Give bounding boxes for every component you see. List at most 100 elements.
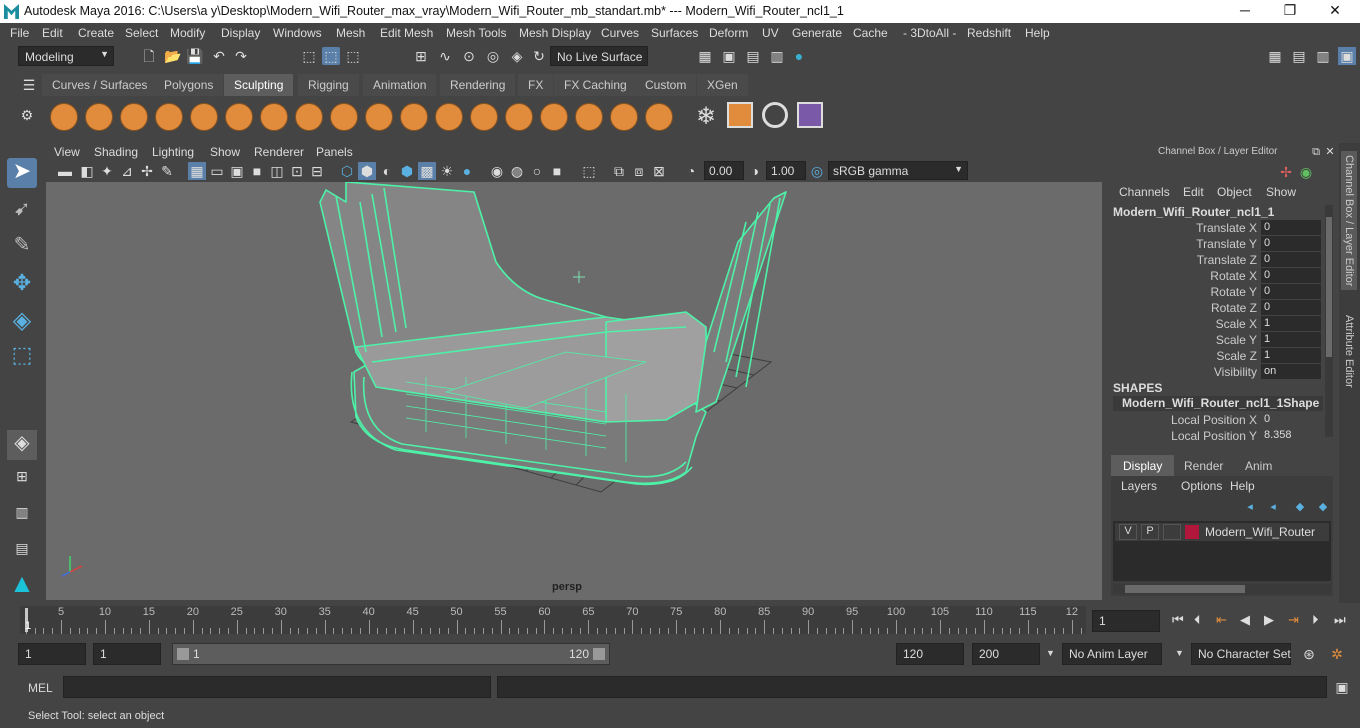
go-to-start-icon[interactable]: ⏮ [1172, 612, 1184, 628]
channel-row[interactable]: Translate Y 0 [1107, 236, 1337, 252]
menu-file[interactable]: File [10, 26, 29, 40]
exposure-icon[interactable]: ◔ [682, 162, 700, 180]
shape-name[interactable]: Modern_Wifi_Router_ncl1_1Shape [1113, 396, 1323, 411]
close-panel-icon[interactable]: ✕ [1321, 143, 1339, 161]
range-end-handle[interactable] [593, 648, 605, 660]
channel-row[interactable]: Local Position Y 8.358 [1107, 428, 1337, 444]
layer-menu-layers[interactable]: Layers [1121, 479, 1157, 493]
channel-box-toggle-icon[interactable]: ▣ [1338, 47, 1356, 65]
select-by-hierarchy-icon[interactable]: ⬚ [300, 47, 318, 65]
shelf-tab-sculpting[interactable]: Sculpting [224, 74, 294, 96]
two-d-pan-zoom-icon[interactable]: ✢ [138, 162, 156, 180]
command-input[interactable] [63, 676, 491, 698]
attribute-editor-toggle-icon[interactable]: ▥ [1314, 47, 1332, 65]
side-tab-attribute-editor[interactable]: Attribute Editor [1341, 311, 1357, 392]
menu-redshift[interactable]: Redshift [967, 26, 1011, 40]
relax-tool-icon[interactable] [120, 103, 148, 131]
step-forward-icon[interactable]: ⏵ [1312, 612, 1319, 628]
scrollbar-thumb[interactable] [1326, 217, 1332, 357]
gamma-icon[interactable]: ◑ [746, 162, 764, 180]
outliner-layout-icon[interactable]: ▥ [7, 504, 37, 534]
layer-menu-options[interactable]: Options [1181, 479, 1222, 493]
wireframe-on-shaded-icon[interactable]: ⬢ [398, 162, 416, 180]
undo-icon[interactable]: ↶ [210, 47, 228, 65]
menu-help[interactable]: Help [1025, 26, 1050, 40]
snap-live-icon[interactable]: ↻ [530, 47, 548, 65]
new-layer-from-selection-icon[interactable]: ◆ [1314, 498, 1332, 516]
object-name[interactable]: Modern_Wifi_Router_ncl1_1 [1113, 205, 1274, 219]
channel-box-scrollbar[interactable] [1325, 205, 1333, 437]
layer-row[interactable]: V P Modern_Wifi_Router [1115, 523, 1329, 541]
layer-tab-render[interactable]: Render [1172, 455, 1235, 477]
cb-menu-show[interactable]: Show [1266, 185, 1296, 199]
shelf-tab-fx[interactable]: FX [518, 74, 554, 96]
menu-windows[interactable]: Windows [273, 26, 322, 40]
menu-generate[interactable]: Generate [792, 26, 842, 40]
colorspace-dropdown[interactable]: sRGB gamma ▼ [828, 161, 968, 180]
go-to-end-icon[interactable]: ⏭ [1334, 612, 1346, 628]
textured-icon[interactable]: ▩ [418, 162, 436, 180]
channel-row[interactable]: Visibility on [1107, 364, 1337, 380]
panel-menu-show[interactable]: Show [210, 145, 240, 159]
film-gate-icon[interactable]: ▭ [208, 162, 226, 180]
save-scene-icon[interactable]: 💾 [186, 47, 204, 65]
menu-edit[interactable]: Edit [42, 26, 63, 40]
shadows-icon[interactable]: ● [458, 162, 476, 180]
cb-menu-edit[interactable]: Edit [1183, 185, 1204, 199]
freeze-tool-icon[interactable] [645, 103, 673, 131]
maximize-button[interactable]: ❐ [1267, 2, 1313, 21]
repeat-tool-icon[interactable] [330, 103, 358, 131]
render-frame-icon[interactable]: ▣ [720, 47, 738, 65]
shelf-menu-icon[interactable]: ☰ [20, 76, 38, 94]
channel-value[interactable]: 0 [1261, 236, 1321, 251]
channel-row[interactable]: Rotate Z 0 [1107, 300, 1337, 316]
channel-value[interactable]: 1 [1261, 348, 1321, 363]
play-backward-icon[interactable]: ◀ [1240, 612, 1250, 628]
script-editor-icon[interactable]: ▣ [1333, 678, 1351, 696]
wax-tool-icon[interactable] [400, 103, 428, 131]
hypershade-icon[interactable]: ● [790, 47, 808, 65]
channel-row[interactable]: Translate Z 0 [1107, 252, 1337, 268]
layer-tab-display[interactable]: Display [1111, 455, 1175, 477]
channel-row[interactable]: Scale Y 1 [1107, 332, 1337, 348]
menu-surfaces[interactable]: Surfaces [651, 26, 698, 40]
play-forward-icon[interactable]: ▶ [1264, 612, 1274, 628]
flatten-tool-icon[interactable] [225, 103, 253, 131]
motion-blur-icon[interactable]: ◍ [508, 162, 526, 180]
animation-end-field[interactable]: 200 [972, 643, 1040, 665]
snap-view-icon[interactable]: ◎ [484, 47, 502, 65]
screen-space-ao-icon[interactable]: ◉ [488, 162, 506, 180]
grab-tool-icon[interactable] [155, 103, 183, 131]
panel-menu-view[interactable]: View [54, 145, 80, 159]
sculpt-options-icon[interactable] [797, 102, 823, 128]
panel-menu-lighting[interactable]: Lighting [152, 145, 194, 159]
channel-value[interactable]: 8.358 [1261, 428, 1321, 443]
channel-row[interactable]: Rotate X 0 [1107, 268, 1337, 284]
amplify-tool-icon[interactable] [610, 103, 638, 131]
grid-icon[interactable]: ▦ [188, 162, 206, 180]
playback-start-field[interactable]: 1 [93, 643, 161, 665]
layer-tab-anim[interactable]: Anim [1233, 455, 1284, 477]
channel-value[interactable]: 0 [1261, 268, 1321, 283]
shelf-options-icon[interactable]: ⚙ [18, 106, 36, 124]
menu-3dtoall[interactable]: - 3DtoAll - [903, 26, 956, 40]
render-view-icon[interactable]: ▦ [696, 47, 714, 65]
channel-row[interactable]: Scale Z 1 [1107, 348, 1337, 364]
safe-title-icon[interactable]: ⊟ [308, 162, 326, 180]
time-slider[interactable]: 5 10 15 20 25 30 35 40 45 50 55 60 65 70 75 80 85 90 95 100… [20, 606, 1086, 634]
move-tool-icon[interactable]: ✥ [7, 270, 37, 300]
channel-box-tool-icon[interactable]: ✢ [1277, 163, 1295, 181]
xray-icon[interactable]: ⧉ [610, 162, 628, 180]
channel-row[interactable]: Translate X 0 [1107, 220, 1337, 236]
lasso-tool-icon[interactable]: ➹ [7, 196, 37, 226]
new-scene-icon[interactable]: 🗋 [140, 47, 158, 65]
snap-surface-icon[interactable]: ◈ [508, 47, 526, 65]
uv-editor-icon[interactable] [727, 102, 753, 128]
menu-mesh-display[interactable]: Mesh Display [519, 26, 591, 40]
safe-action-icon[interactable]: ⊡ [288, 162, 306, 180]
cb-menu-channels[interactable]: Channels [1119, 185, 1170, 199]
channel-box-sync-icon[interactable]: ◉ [1297, 163, 1315, 181]
anti-aliasing-icon[interactable]: ○ [528, 162, 546, 180]
bookmark-icon[interactable]: ✦ [98, 162, 116, 180]
menu-cache[interactable]: Cache [853, 26, 888, 40]
